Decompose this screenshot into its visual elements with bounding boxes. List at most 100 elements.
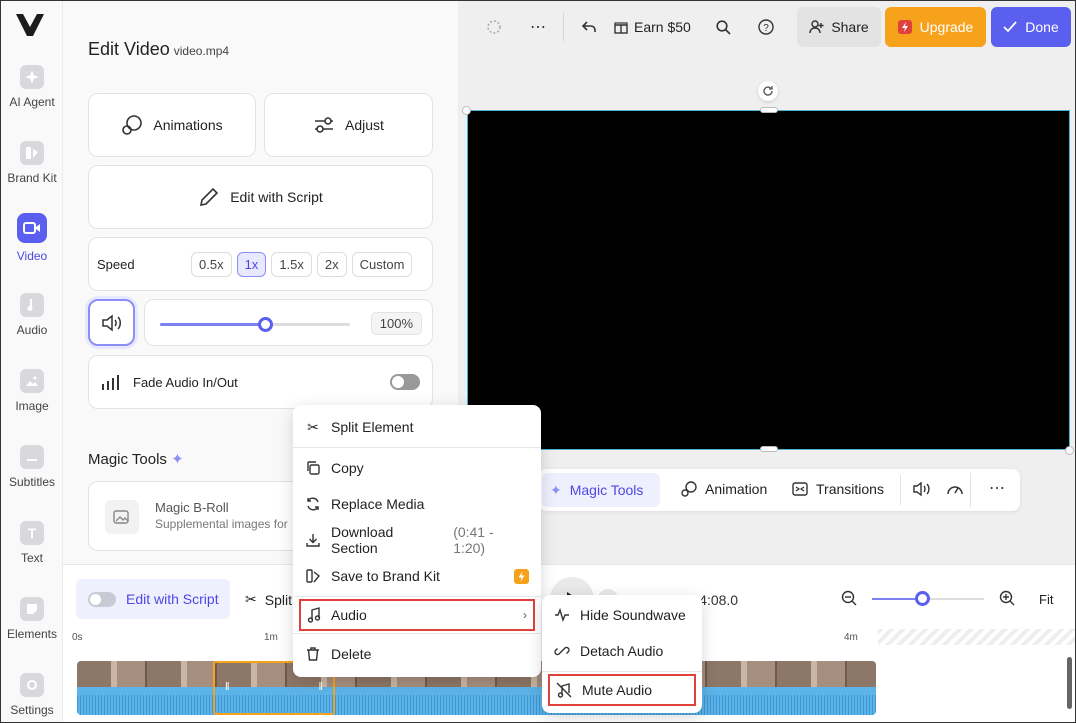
rail-label: Subtitles	[8, 475, 56, 489]
rail-item-elements[interactable]: Elements	[1, 597, 63, 641]
volume-slider-thumb[interactable]	[257, 317, 273, 332]
help-icon[interactable]: ?	[755, 16, 777, 38]
speed-option-0-5x[interactable]: 0.5x	[191, 251, 232, 277]
speed-label: Speed	[97, 256, 135, 272]
menu-item-save-to-brand-kit[interactable]: Save to Brand Kit	[293, 558, 541, 594]
rail-item-image[interactable]: Image	[1, 369, 63, 413]
menu-item-split-element[interactable]: ✂ Split Element	[293, 409, 541, 445]
more-options-icon[interactable]: ⋯	[989, 478, 1005, 498]
earn-label: Earn $50	[634, 19, 691, 35]
file-name: video.mp4	[173, 44, 230, 58]
earn-referral-button[interactable]: Earn $50	[614, 19, 691, 35]
speed-option-1-5x[interactable]: 1.5x	[271, 251, 312, 277]
adjust-button[interactable]: Adjust	[264, 93, 433, 157]
speed-gauge-icon[interactable]	[946, 481, 964, 500]
done-button[interactable]: Done	[991, 7, 1071, 47]
magic-tools-title: Magic Tools ✦	[88, 451, 184, 468]
zoom-in-icon[interactable]	[999, 590, 1015, 611]
animation-button[interactable]: Animation	[681, 481, 767, 497]
zoom-slider-track[interactable]	[872, 591, 984, 606]
speed-option-custom[interactable]: Custom	[351, 251, 413, 277]
menu-item-label: Detach Audio	[580, 643, 664, 659]
transitions-button[interactable]: Transitions	[792, 481, 884, 497]
audio-waveform	[77, 687, 876, 715]
app-logo[interactable]	[16, 14, 44, 36]
divider	[293, 447, 541, 448]
search-icon[interactable]	[713, 16, 735, 38]
vertical-scrollbar[interactable]	[1067, 657, 1072, 709]
zoom-slider-thumb[interactable]	[915, 591, 931, 606]
trim-handle-right[interactable]: ‖	[318, 681, 323, 693]
resize-handle[interactable]	[760, 446, 778, 452]
animations-label: Animations	[153, 117, 223, 133]
animations-icon	[122, 115, 143, 135]
volume-slider-fill	[160, 323, 265, 326]
rail-item-audio[interactable]: Audio	[1, 293, 63, 337]
ruler-label: 0s	[72, 632, 83, 643]
share-button[interactable]: Share	[797, 7, 881, 47]
volume-value[interactable]: 100%	[370, 312, 422, 335]
fit-button[interactable]: Fit	[1039, 592, 1053, 607]
upgrade-button[interactable]: Upgrade	[885, 7, 986, 47]
menu-item-label: Copy	[331, 460, 364, 476]
magic-b-roll-title: Magic B-Roll	[155, 500, 229, 515]
menu-item-replace-media[interactable]: Replace Media	[293, 486, 541, 522]
sparkle-icon: ✦	[550, 481, 562, 498]
edit-script-toggle[interactable]	[88, 591, 116, 607]
rail-item-video[interactable]: Video	[1, 213, 63, 263]
timeline-edit-with-script[interactable]: Edit with Script	[76, 579, 230, 619]
divider	[542, 671, 702, 672]
top-toolbar: ⋯ Earn $50 ?	[483, 1, 777, 53]
rail-label: AI Agent	[9, 95, 55, 109]
resize-handle[interactable]	[462, 106, 471, 115]
rail-item-subtitles[interactable]: Subtitles	[1, 445, 63, 489]
music-note-icon	[307, 607, 321, 623]
speed-option-2x[interactable]: 2x	[316, 251, 347, 277]
rail-label: Text	[20, 551, 43, 565]
rail-label: Brand Kit	[7, 171, 57, 185]
loading-spinner-icon	[483, 16, 505, 38]
zoom-out-icon[interactable]	[841, 590, 857, 611]
premium-lightning-icon	[514, 568, 529, 584]
menu-item-hide-soundwave[interactable]: Hide Soundwave	[542, 597, 702, 633]
resize-handle[interactable]	[1065, 446, 1074, 455]
music-note-icon	[20, 293, 44, 317]
volume-toggle-button[interactable]	[88, 299, 135, 346]
menu-item-audio[interactable]: Audio ›	[299, 599, 535, 631]
menu-item-download-section[interactable]: Download Section (0:41 - 1:20)	[293, 522, 541, 558]
trim-handle-left[interactable]: ‖	[225, 681, 230, 693]
pencil-icon	[200, 187, 219, 207]
edit-with-script-button[interactable]: Edit with Script	[88, 165, 433, 229]
magic-tools-button[interactable]: ✦ Magic Tools	[542, 473, 660, 507]
menu-item-delete[interactable]: Delete	[293, 636, 541, 672]
more-options-icon[interactable]: ⋯	[527, 16, 549, 38]
menu-item-label: Save to Brand Kit	[331, 568, 440, 584]
speed-option-1x[interactable]: 1x	[236, 251, 267, 277]
undo-icon[interactable]	[578, 16, 600, 38]
magic-tools-label: Magic Tools	[569, 482, 644, 498]
rail-item-ai-agent[interactable]: AI Agent	[1, 65, 63, 109]
rail-item-text[interactable]: T Text	[1, 521, 63, 565]
svg-text:?: ?	[763, 23, 769, 34]
volume-icon[interactable]	[912, 481, 932, 500]
rail-item-brand-kit[interactable]: Brand Kit	[1, 141, 63, 185]
link-icon	[554, 646, 570, 656]
split-button[interactable]: ✂ Split	[245, 591, 292, 608]
menu-item-mute-audio[interactable]: Mute Audio	[548, 674, 696, 706]
fade-audio-toggle[interactable]	[390, 374, 420, 390]
menu-item-copy[interactable]: Copy	[293, 450, 541, 486]
rotate-handle-icon[interactable]	[758, 81, 778, 101]
rail-item-settings[interactable]: Settings	[1, 673, 63, 717]
resize-handle[interactable]	[760, 107, 778, 113]
canvas-toolbar: ✦ Magic Tools Animation Transitions ⋯	[538, 469, 1020, 511]
adjust-label: Adjust	[345, 117, 384, 133]
menu-item-detach-audio[interactable]: Detach Audio	[542, 633, 702, 669]
fade-audio-row: Fade Audio In/Out	[88, 355, 433, 409]
volume-slider-track[interactable]	[160, 317, 350, 332]
menu-item-label: Mute Audio	[582, 682, 653, 698]
video-icon	[17, 213, 47, 243]
rail-label: Video	[16, 249, 48, 263]
video-preview[interactable]	[467, 110, 1070, 450]
animations-button[interactable]: Animations	[88, 93, 256, 157]
divider	[293, 596, 541, 597]
